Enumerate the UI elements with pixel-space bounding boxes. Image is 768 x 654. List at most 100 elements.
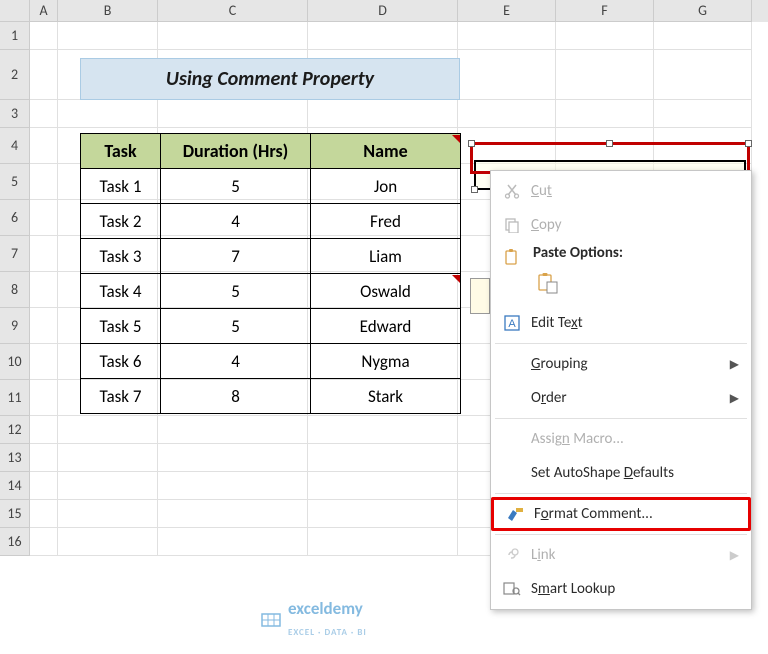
cell[interactable] bbox=[308, 528, 458, 556]
cell[interactable] bbox=[30, 380, 58, 416]
col-header-D[interactable]: D bbox=[308, 0, 458, 22]
cell[interactable] bbox=[654, 50, 752, 100]
menu-order[interactable]: Order ▶ bbox=[491, 381, 751, 415]
cell[interactable] bbox=[458, 100, 556, 128]
cell[interactable] bbox=[58, 500, 158, 528]
row-header[interactable]: 5 bbox=[0, 164, 30, 200]
cell[interactable] bbox=[158, 444, 308, 472]
cell[interactable] bbox=[308, 22, 458, 50]
row-header[interactable]: 1 bbox=[0, 22, 30, 50]
cell[interactable] bbox=[30, 164, 58, 200]
table-cell[interactable]: Task 6 bbox=[81, 344, 161, 379]
select-all-corner[interactable] bbox=[0, 0, 30, 22]
col-header-C[interactable]: C bbox=[158, 0, 308, 22]
row-header[interactable]: 4 bbox=[0, 128, 30, 164]
cell[interactable] bbox=[158, 22, 308, 50]
row-header[interactable]: 7 bbox=[0, 236, 30, 272]
cell[interactable] bbox=[158, 472, 308, 500]
cell[interactable] bbox=[458, 22, 556, 50]
cell[interactable] bbox=[556, 50, 654, 100]
table-cell[interactable]: 5 bbox=[161, 274, 311, 309]
table-cell[interactable]: Task 4 bbox=[81, 274, 161, 309]
cell[interactable] bbox=[30, 100, 58, 128]
cell[interactable] bbox=[30, 22, 58, 50]
table-cell[interactable]: 4 bbox=[161, 344, 311, 379]
cell[interactable] bbox=[30, 500, 58, 528]
menu-format-comment[interactable]: Format Comment... bbox=[491, 497, 751, 531]
row-header[interactable]: 15 bbox=[0, 500, 30, 528]
col-header-B[interactable]: B bbox=[58, 0, 158, 22]
row-header[interactable]: 2 bbox=[0, 50, 30, 100]
col-header-G[interactable]: G bbox=[654, 0, 752, 22]
cell[interactable] bbox=[158, 528, 308, 556]
cell[interactable] bbox=[308, 416, 458, 444]
cell[interactable] bbox=[30, 308, 58, 344]
table-cell[interactable]: Task 3 bbox=[81, 239, 161, 274]
table-cell[interactable]: 7 bbox=[161, 239, 311, 274]
cell[interactable] bbox=[458, 50, 556, 100]
table-cell[interactable]: Task 5 bbox=[81, 309, 161, 344]
table-cell[interactable]: Stark bbox=[311, 379, 461, 414]
row-header[interactable]: 14 bbox=[0, 472, 30, 500]
cell[interactable] bbox=[30, 272, 58, 308]
cell[interactable] bbox=[308, 472, 458, 500]
table-cell[interactable]: Jon bbox=[311, 169, 461, 204]
row-header[interactable]: 9 bbox=[0, 308, 30, 344]
menu-edit-text[interactable]: A Edit Text bbox=[491, 306, 751, 340]
table-cell[interactable]: 4 bbox=[161, 204, 311, 239]
cell[interactable] bbox=[308, 500, 458, 528]
menu-grouping[interactable]: Grouping ▶ bbox=[491, 347, 751, 381]
cell[interactable] bbox=[58, 472, 158, 500]
paste-default-button[interactable] bbox=[533, 268, 563, 298]
table-cell[interactable]: Oswald bbox=[311, 274, 461, 309]
cell[interactable] bbox=[30, 416, 58, 444]
cell[interactable] bbox=[58, 528, 158, 556]
cell[interactable] bbox=[158, 500, 308, 528]
cell[interactable] bbox=[30, 528, 58, 556]
cell[interactable] bbox=[58, 444, 158, 472]
comment-indicator[interactable] bbox=[452, 275, 460, 283]
table-cell[interactable]: Liam bbox=[311, 239, 461, 274]
cell[interactable] bbox=[308, 100, 458, 128]
table-cell[interactable]: Task 2 bbox=[81, 204, 161, 239]
table-cell[interactable]: Fred bbox=[311, 204, 461, 239]
table-cell[interactable]: 8 bbox=[161, 379, 311, 414]
cell[interactable] bbox=[30, 444, 58, 472]
comment-box-partial[interactable] bbox=[470, 278, 490, 314]
col-header-F[interactable]: F bbox=[556, 0, 654, 22]
cell[interactable] bbox=[58, 416, 158, 444]
cell[interactable] bbox=[654, 22, 752, 50]
row-header[interactable]: 13 bbox=[0, 444, 30, 472]
cell[interactable] bbox=[556, 22, 654, 50]
cell[interactable] bbox=[30, 50, 58, 100]
cell[interactable] bbox=[30, 236, 58, 272]
cell[interactable] bbox=[30, 200, 58, 236]
cell[interactable] bbox=[308, 444, 458, 472]
menu-set-autoshape-defaults[interactable]: Set AutoShape Defaults bbox=[491, 456, 751, 490]
table-cell[interactable]: Task 1 bbox=[81, 169, 161, 204]
menu-smart-lookup[interactable]: Smart Lookup bbox=[491, 572, 751, 606]
cell[interactable] bbox=[158, 100, 308, 128]
cell[interactable] bbox=[58, 22, 158, 50]
cell[interactable] bbox=[58, 100, 158, 128]
cell[interactable] bbox=[30, 472, 58, 500]
row-header[interactable]: 16 bbox=[0, 528, 30, 556]
col-header-A[interactable]: A bbox=[30, 0, 58, 22]
col-header-E[interactable]: E bbox=[458, 0, 556, 22]
table-cell[interactable]: Task 7 bbox=[81, 379, 161, 414]
cell[interactable] bbox=[158, 416, 308, 444]
row-header[interactable]: 10 bbox=[0, 344, 30, 380]
cell[interactable] bbox=[654, 100, 752, 128]
table-cell[interactable]: 5 bbox=[161, 309, 311, 344]
row-header[interactable]: 11 bbox=[0, 380, 30, 416]
cell[interactable] bbox=[556, 100, 654, 128]
cell[interactable] bbox=[30, 344, 58, 380]
table-cell[interactable]: Nygma bbox=[311, 344, 461, 379]
row-header[interactable]: 8 bbox=[0, 272, 30, 308]
cell[interactable] bbox=[30, 128, 58, 164]
table-cell[interactable]: Edward bbox=[311, 309, 461, 344]
row-header[interactable]: 3 bbox=[0, 100, 30, 128]
row-header[interactable]: 12 bbox=[0, 416, 30, 444]
comment-indicator[interactable] bbox=[452, 135, 460, 143]
row-header[interactable]: 6 bbox=[0, 200, 30, 236]
